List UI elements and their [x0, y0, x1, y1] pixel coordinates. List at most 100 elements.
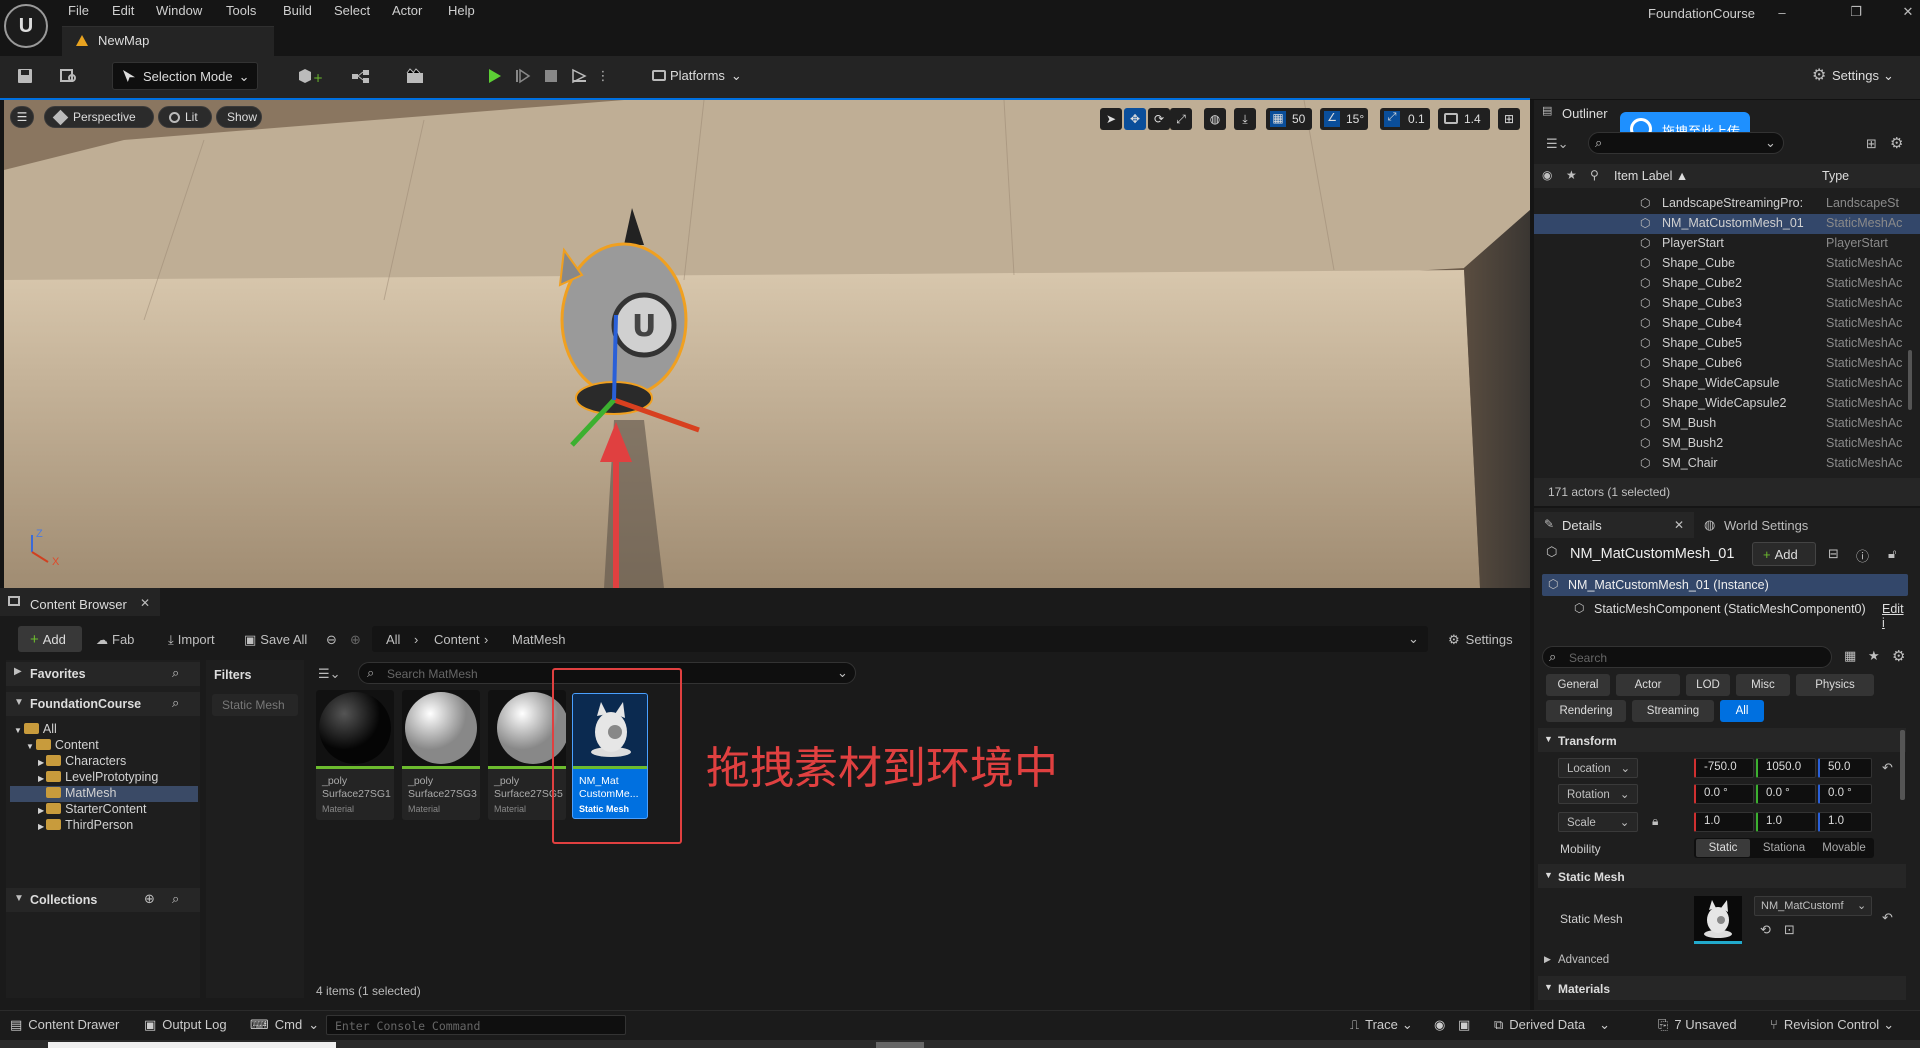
col-item-label[interactable]: Item Label ▲	[1614, 169, 1688, 183]
search-icon[interactable]: ⌕	[172, 695, 179, 711]
help-icon[interactable]: ⓘ	[1856, 546, 1869, 565]
reset-icon[interactable]: ↶	[1882, 760, 1893, 776]
record-icon[interactable]: ◉	[1434, 1017, 1445, 1033]
project-header[interactable]: ▼ FoundationCourse ⌕	[6, 692, 200, 716]
close-tab-icon[interactable]: ✕	[140, 596, 150, 610]
show-button[interactable]: Show	[216, 106, 262, 128]
location-z[interactable]: 50.0	[1818, 758, 1872, 778]
trace-dropdown[interactable]: ⎍ Trace ⌄	[1350, 1017, 1413, 1033]
outliner-row[interactable]: ⬡ SM_Chair StaticMeshAc	[1534, 454, 1920, 474]
menu-file[interactable]: File	[68, 3, 89, 21]
category-misc[interactable]: Misc	[1736, 674, 1790, 696]
unreal-logo-icon[interactable]: U	[4, 4, 48, 48]
unsaved-button[interactable]: ⎘ 7 Unsaved	[1658, 1017, 1737, 1033]
perspective-button[interactable]: Perspective	[44, 106, 154, 128]
fab-button[interactable]: ☁ Fab	[96, 632, 134, 647]
asset-tile[interactable]: _poly Surface27SG1 Material	[316, 690, 394, 820]
save-all-button[interactable]: ▣ Save All	[244, 632, 307, 648]
back-icon[interactable]: ⊖	[326, 632, 337, 648]
instance-row[interactable]: ⬡ NM_MatCustomMesh_01 (Instance)	[1542, 574, 1908, 596]
static-mesh-section[interactable]: ▼ Static Mesh	[1538, 864, 1906, 888]
eject-icon[interactable]	[566, 62, 592, 90]
outliner-search-input[interactable]: ⌕ ⌄	[1588, 132, 1784, 154]
stop-icon[interactable]	[538, 62, 564, 90]
import-button[interactable]: ⤓ Import	[168, 632, 215, 648]
layout-icon[interactable]: ⊞	[1498, 108, 1520, 130]
taskbar-item[interactable]	[876, 1042, 924, 1048]
location-x[interactable]: -750.0	[1694, 758, 1754, 778]
filter-chip[interactable]: Static Mesh	[212, 694, 298, 716]
output-log-button[interactable]: ▣ Output Log	[144, 1017, 227, 1033]
tree-item[interactable]: ▶ StarterContent	[10, 802, 198, 818]
reset-icon[interactable]: ↶	[1882, 910, 1893, 926]
pin-icon[interactable]: ⚲	[1590, 168, 1599, 182]
content-drawer-button[interactable]: ▤ Content Drawer	[10, 1017, 119, 1033]
scale-dropdown[interactable]: Scale ⌄	[1558, 812, 1638, 832]
menu-select[interactable]: Select	[334, 3, 370, 21]
add-button[interactable]: + Add	[18, 626, 82, 652]
grid-snap-button[interactable]: ▦ 50	[1266, 108, 1312, 130]
lock-icon[interactable]: 🔒︎	[1652, 814, 1658, 829]
scale-z[interactable]: 1.0	[1818, 812, 1872, 832]
tab-newmap[interactable]: NewMap	[62, 26, 274, 56]
surface-snap-icon[interactable]: ⤓	[1234, 108, 1256, 130]
outliner-row[interactable]: ⬡ SM_Bush2 StaticMeshAc	[1534, 434, 1920, 454]
scale-y[interactable]: 1.0	[1756, 812, 1816, 832]
tree-item[interactable]: ▼ All	[10, 722, 198, 738]
outliner-row[interactable]: ⬡ Shape_Cube4 StaticMeshAc	[1534, 314, 1920, 334]
advanced-row[interactable]: ▶ Advanced	[1538, 950, 1906, 972]
camera-speed-button[interactable]: 1.4	[1438, 108, 1490, 130]
tree-item[interactable]: ▶ ThirdPerson	[10, 818, 198, 834]
forward-icon[interactable]: ⊕	[350, 632, 361, 648]
rotation-y[interactable]: 0.0 °	[1756, 784, 1816, 804]
lock-icon[interactable]: 🔓︎	[1888, 546, 1896, 562]
play-options-icon[interactable]: ⋮	[596, 62, 610, 90]
rotate-icon[interactable]: ⟳	[1148, 108, 1170, 130]
outliner-row[interactable]: ⬡ Shape_Cube5 StaticMeshAc	[1534, 334, 1920, 354]
mobility-stationary[interactable]: Stationa	[1756, 839, 1812, 857]
tree-item[interactable]: ▶ Characters	[10, 754, 198, 770]
outliner-row[interactable]: ⬡ Shape_Cube6 StaticMeshAc	[1534, 354, 1920, 374]
gear-icon[interactable]: ⚙	[1890, 134, 1903, 152]
collections-header[interactable]: ▼ Collections ⊕ ⌕	[6, 888, 200, 912]
chevron-down-icon[interactable]: ⌄	[1408, 631, 1419, 647]
minimize-icon[interactable]: –	[1768, 2, 1796, 22]
scale-icon[interactable]: ⤢	[1170, 108, 1192, 130]
blueprint-icon[interactable]	[344, 62, 384, 90]
details-search-input[interactable]: ⌕ Search	[1542, 646, 1832, 668]
table-view-icon[interactable]: ▦	[1844, 648, 1856, 664]
outliner-row[interactable]: ⬡ Shape_WideCapsule StaticMeshAc	[1534, 374, 1920, 394]
favorites-header[interactable]: ▶ Favorites ⌕	[6, 662, 200, 686]
scale-x[interactable]: 1.0	[1694, 812, 1754, 832]
outliner-scrollbar[interactable]	[1908, 350, 1912, 410]
eye-icon[interactable]: ◉	[1542, 168, 1552, 182]
category-general[interactable]: General	[1546, 674, 1610, 696]
console-input[interactable]: Enter Console Command	[326, 1015, 626, 1035]
close-tab-icon[interactable]: ✕	[1674, 518, 1684, 532]
add-actor-icon[interactable]: +	[290, 62, 330, 90]
close-icon[interactable]: ✕	[1894, 2, 1920, 22]
menu-build[interactable]: Build	[283, 3, 312, 21]
cinematics-icon[interactable]	[398, 62, 438, 90]
world-settings-tab[interactable]: ◍ World Settings	[1700, 512, 1840, 538]
blueprint-icon[interactable]: ⊟	[1828, 546, 1839, 562]
selection-mode-dropdown[interactable]: Selection Mode ⌄	[112, 62, 258, 90]
revision-control-button[interactable]: ⑂ Revision Control ⌄	[1770, 1017, 1894, 1033]
breadcrumb-matmesh[interactable]: MatMesh	[512, 632, 565, 647]
tree-item[interactable]: ▶ LevelPrototyping	[10, 770, 198, 786]
menu-tools[interactable]: Tools	[226, 3, 256, 21]
add-collection-icon[interactable]: ⊕	[144, 891, 155, 907]
play-icon[interactable]	[480, 62, 508, 90]
menu-help[interactable]: Help	[448, 3, 475, 21]
outliner-row[interactable]: ⬡ SM_Bush StaticMeshAc	[1534, 414, 1920, 434]
menu-window[interactable]: Window	[156, 3, 202, 21]
category-actor[interactable]: Actor	[1616, 674, 1680, 696]
select-mode-icon[interactable]: ➤	[1100, 108, 1122, 130]
outliner-row[interactable]: ⬡ NM_MatCustomMesh_01 StaticMeshAc	[1534, 214, 1920, 234]
mobility-movable[interactable]: Movable	[1816, 839, 1872, 857]
outliner-row[interactable]: ⬡ LandscapeStreamingPro: LandscapeSt	[1534, 194, 1920, 214]
outliner-row[interactable]: ⬡ Shape_Cube3 StaticMeshAc	[1534, 294, 1920, 314]
category-all[interactable]: All	[1720, 700, 1764, 722]
world-space-icon[interactable]: ◍	[1204, 108, 1226, 130]
browse-icon[interactable]	[56, 62, 82, 90]
